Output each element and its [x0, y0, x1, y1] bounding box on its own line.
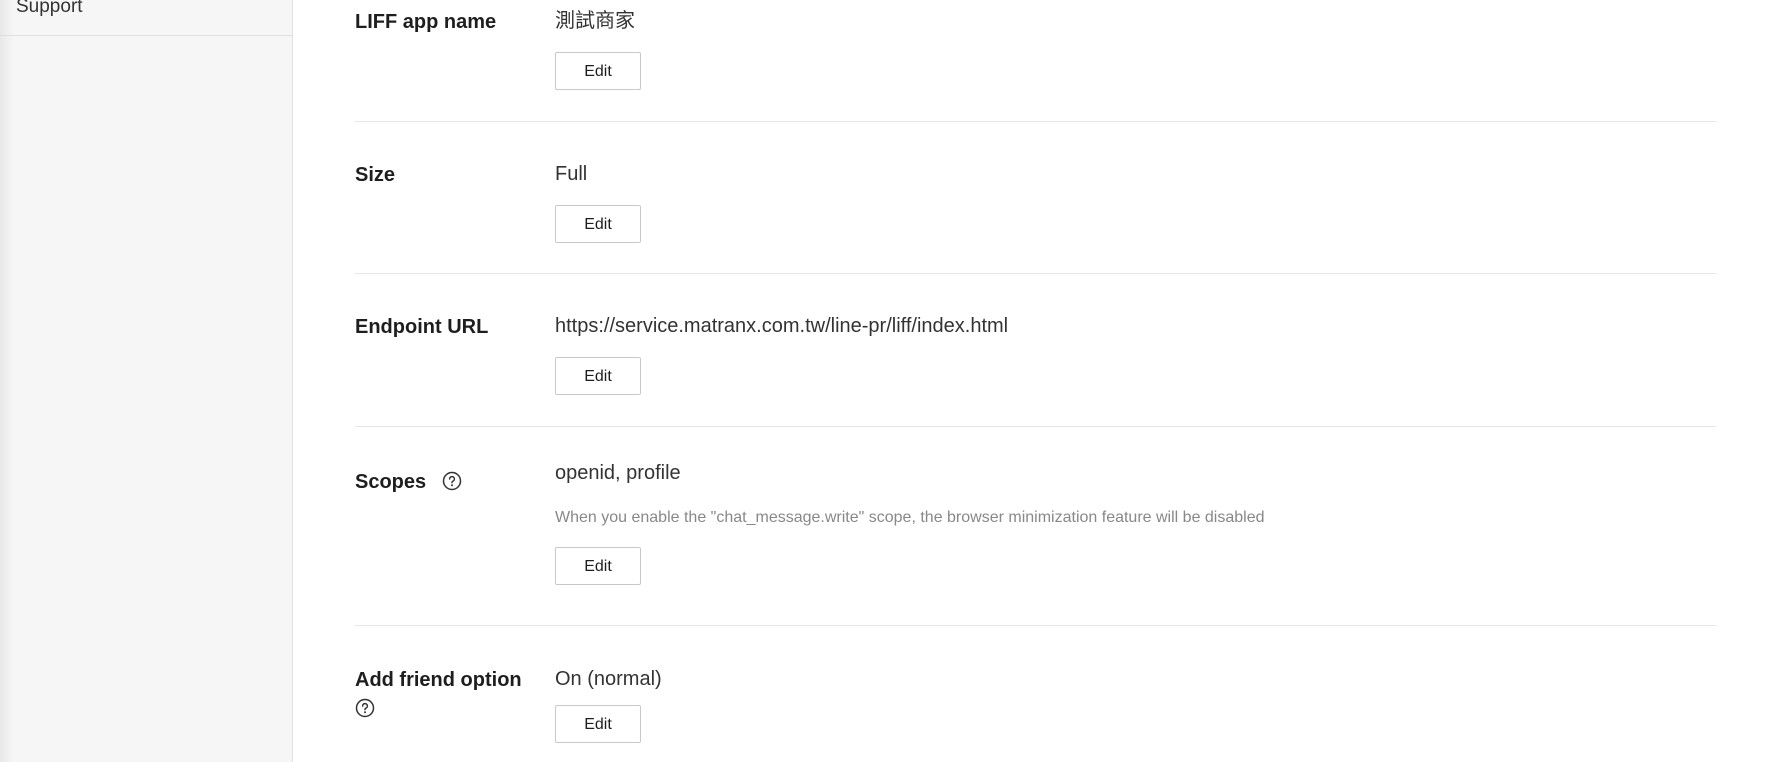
- page: Support LIFF app name 測試商家 Edit Size Ful…: [0, 0, 1774, 762]
- row-add-friend-option: Add friend option On (normal) Edit: [355, 626, 1716, 762]
- row-endpoint-url: Endpoint URL https://service.matranx.com…: [355, 274, 1716, 427]
- edit-scopes-button[interactable]: Edit: [555, 547, 641, 585]
- field-value: 測試商家: [555, 10, 635, 32]
- field-body: 測試商家 Edit: [555, 9, 641, 90]
- field-body: https://service.matranx.com.tw/line-pr/l…: [555, 314, 1008, 395]
- row-liff-app-name: LIFF app name 測試商家 Edit: [355, 0, 1716, 122]
- row-size: Size Full Edit: [355, 122, 1716, 274]
- field-label-text: Add friend option: [355, 669, 522, 691]
- field-value: https://service.matranx.com.tw/line-pr/l…: [555, 315, 1009, 337]
- field-label: Scopes: [355, 470, 535, 494]
- field-body: On (normal) Edit: [555, 667, 662, 743]
- field-value: On (normal): [555, 668, 662, 690]
- field-label: Endpoint URL: [355, 316, 489, 338]
- scope-note: When you enable the "chat_message.write"…: [555, 509, 1265, 526]
- question-circle-icon[interactable]: [442, 471, 462, 491]
- sidebar-item-support[interactable]: Support: [0, 0, 292, 36]
- edit-add-friend-option-button[interactable]: Edit: [555, 705, 641, 743]
- field-label: Add friend option: [355, 668, 535, 718]
- edit-endpoint-url-button[interactable]: Edit: [555, 357, 641, 395]
- field-value: openid, profile: [555, 462, 681, 484]
- sidebar-item-label: Support: [16, 0, 83, 17]
- field-label: Size: [355, 164, 396, 186]
- field-body: Full Edit: [555, 162, 641, 243]
- edit-app-name-button[interactable]: Edit: [555, 52, 641, 90]
- edit-size-button[interactable]: Edit: [555, 205, 641, 243]
- field-body: openid, profile When you enable the "cha…: [555, 461, 1265, 585]
- sidebar: Support: [0, 0, 293, 762]
- field-value: Full: [555, 163, 588, 185]
- row-scopes: Scopes openid, profile When you enable t…: [355, 427, 1716, 626]
- field-label-text: Scopes: [355, 471, 427, 493]
- field-label: LIFF app name: [355, 11, 497, 33]
- question-circle-icon[interactable]: [355, 698, 375, 718]
- main-content: LIFF app name 測試商家 Edit Size Full Edit E…: [355, 0, 1716, 762]
- sidebar-shadow: [0, 0, 14, 762]
